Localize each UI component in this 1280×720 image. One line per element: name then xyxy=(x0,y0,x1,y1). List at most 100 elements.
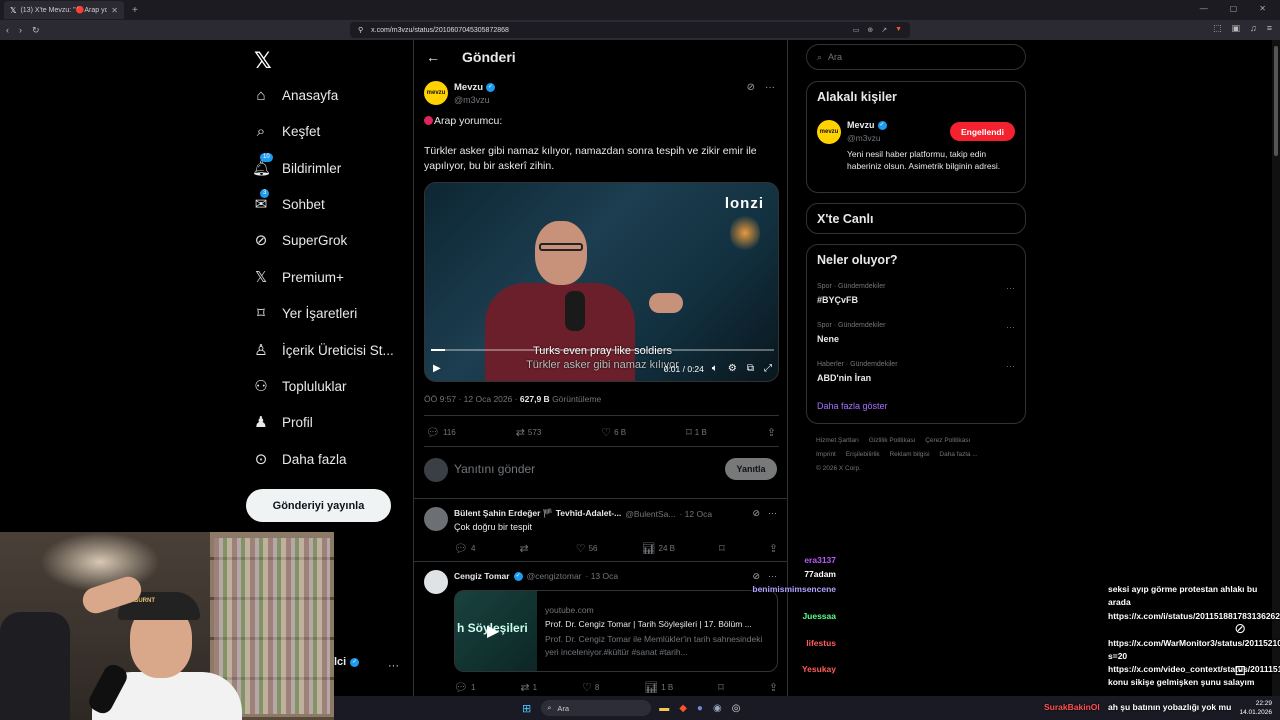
like-action[interactable]: ♡ 56 xyxy=(576,542,598,555)
back-arrow-icon[interactable]: ← xyxy=(426,49,440,65)
close-window-icon[interactable]: ✕ xyxy=(1259,4,1266,13)
grok-icon[interactable]: ⊘ xyxy=(752,508,760,519)
repost-action[interactable]: ⇄ 573 xyxy=(516,426,542,439)
new-tab-icon[interactable]: + xyxy=(132,5,138,16)
search-input[interactable]: ⌕ Ara xyxy=(806,44,1026,70)
zoom-icon[interactable]: ⊕ xyxy=(867,26,873,34)
comment-author[interactable]: Bülent Şahin Erdeğer 🏴 Tevhîd-Adalet-... xyxy=(454,508,621,519)
reply-action[interactable]: 💬︎ 116 xyxy=(426,426,456,439)
nav-premium[interactable]: 𝕏 Premium+ xyxy=(252,263,344,291)
show-more-link[interactable]: Daha fazla göster xyxy=(817,401,888,411)
nav-explore[interactable]: ⌕ Keşfet xyxy=(252,117,320,145)
account-more-icon[interactable]: ··· xyxy=(388,660,399,672)
play-icon[interactable]: ▶ xyxy=(433,363,441,374)
repost-action[interactable]: ⇄ 1 xyxy=(520,681,537,694)
nav-notifications[interactable]: 🔔︎ 10 Bildirimler xyxy=(252,153,341,182)
more-icon[interactable]: ··· xyxy=(1006,361,1015,371)
comment-handle[interactable]: @cengiztomar xyxy=(527,571,582,581)
share-action[interactable]: ⇪ xyxy=(769,542,778,555)
site-info-icon[interactable]: ⚲ xyxy=(358,26,363,34)
reply-action[interactable]: 💬︎ 1 xyxy=(454,681,475,694)
reply-input[interactable]: Yanıtını gönder xyxy=(454,462,535,476)
live-panel[interactable]: X'te Canlı xyxy=(806,203,1026,234)
grok-icon[interactable]: ⊘ xyxy=(747,82,755,93)
trend-name[interactable]: #BYÇvFB xyxy=(817,295,858,305)
reload-icon[interactable]: ↻ xyxy=(32,25,40,36)
pip-icon[interactable]: ⧉ xyxy=(747,363,754,374)
footer-link[interactable]: Erişilebilirlik xyxy=(846,451,880,458)
more-icon[interactable]: ··· xyxy=(1006,283,1015,293)
menu-icon[interactable]: ≡ xyxy=(1267,23,1272,34)
extensions-icon[interactable]: ⬚ xyxy=(1213,23,1222,34)
footer-link[interactable]: Çerez Politikası xyxy=(925,437,970,444)
windows-start-icon[interactable]: ⊞ xyxy=(522,702,531,715)
more-icon[interactable]: ··· xyxy=(765,82,775,93)
like-action[interactable]: ♡ 6 B xyxy=(601,426,626,439)
bookmark-action[interactable]: ⌑ 1 B xyxy=(686,426,707,439)
nav-profile[interactable]: ♟ Profil xyxy=(252,408,313,436)
footer-link[interactable]: Daha fazla ... xyxy=(939,451,977,458)
tweet-timestamp[interactable]: ÖÖ 9:57 · 12 Oca 2026 · xyxy=(424,394,520,404)
more-icon[interactable]: ··· xyxy=(1006,322,1015,332)
reader-icon[interactable]: ▭ xyxy=(853,26,860,34)
footer-link[interactable]: Reklam bilgisi xyxy=(889,451,929,458)
trend-name[interactable]: ABD'nin İran xyxy=(817,373,871,383)
fullscreen-icon[interactable]: ⤢ xyxy=(764,363,772,374)
wallet-icon[interactable]: ▣ xyxy=(1231,23,1240,34)
taskbar-search[interactable]: ⌕ Ara xyxy=(541,700,652,716)
comment-avatar[interactable] xyxy=(424,570,448,594)
views-action[interactable]: 📊︎ 1 B xyxy=(644,681,673,694)
comment-date[interactable]: · 12 Oca xyxy=(679,509,712,519)
related-name[interactable]: Mevzu ✓ xyxy=(847,120,887,130)
repost-action[interactable]: ⇄ xyxy=(519,542,531,555)
url-bar[interactable]: ⚲ x.com/m3vzu/status/2010607045305872868… xyxy=(350,22,910,38)
brave-shield-icon[interactable]: ▼ xyxy=(895,26,902,34)
share-icon[interactable]: ↗ xyxy=(881,26,887,34)
footer-link[interactable]: Imprint xyxy=(816,451,836,458)
bookmark-action[interactable]: ⌑ xyxy=(719,542,725,555)
share-action[interactable]: ⇪ xyxy=(769,681,778,694)
nav-messages[interactable]: ✉ 3 Sohbet xyxy=(252,189,325,218)
nav-creator-studio[interactable]: ♙ İçerik Üreticisi St... xyxy=(252,336,394,364)
related-avatar[interactable]: mevzu xyxy=(817,120,841,144)
x-logo-icon[interactable]: 𝕏 xyxy=(254,48,272,74)
scrollbar-thumb[interactable] xyxy=(1274,46,1278,156)
nav-communities[interactable]: ⚇ Topluluklar xyxy=(252,372,346,400)
post-button[interactable]: Gönderiyi yayınla xyxy=(246,489,391,522)
reply-button[interactable]: Yanıtla xyxy=(725,458,777,480)
comment-date[interactable]: · 13 Oca xyxy=(586,571,619,581)
discord-icon[interactable]: ● xyxy=(697,703,703,714)
back-icon[interactable]: ‹ xyxy=(6,25,9,35)
blocked-button[interactable]: Engellendi xyxy=(950,122,1015,141)
like-action[interactable]: ♡ 8 xyxy=(582,681,599,694)
settings-icon[interactable]: ⚙ xyxy=(728,363,737,374)
account-switcher[interactable]: lci ✓ xyxy=(334,656,360,668)
grok-icon[interactable]: ⊘ xyxy=(752,571,760,582)
comment-handle[interactable]: @BulentSa... xyxy=(625,509,675,519)
browser-tab[interactable]: 𝕏 (13) X'te Mevzu: "🔴Arap yorumcu... ✕ xyxy=(4,1,124,19)
nav-bookmarks[interactable]: ⌑ Yer İşaretleri xyxy=(252,299,357,327)
video-player[interactable]: lonzi Turks even pray like soldiers Türk… xyxy=(424,182,779,382)
minimize-icon[interactable]: — xyxy=(1200,4,1208,13)
volume-icon[interactable]: 🔈︎ xyxy=(712,363,718,374)
forward-icon[interactable]: › xyxy=(19,25,22,35)
nav-more[interactable]: ⊙ Daha fazla xyxy=(252,445,347,473)
trend-name[interactable]: Nene xyxy=(817,334,839,344)
related-handle[interactable]: @m3vzu xyxy=(847,133,881,143)
more-icon[interactable]: ··· xyxy=(768,571,777,582)
maximize-icon[interactable]: ▢ xyxy=(1230,4,1238,13)
brave-browser-icon[interactable]: ◆ xyxy=(679,703,687,714)
nav-supergrok[interactable]: ⊘ SuperGrok xyxy=(252,226,348,254)
more-icon[interactable]: ··· xyxy=(768,508,777,519)
author-avatar[interactable]: mevzu xyxy=(424,81,448,105)
youtube-link-card[interactable]: h Söyleşileri ▶ youtube.com Prof. Dr. Ce… xyxy=(454,590,778,672)
footer-link[interactable]: Gizlilik Politikası xyxy=(869,437,916,444)
taskbar-clock[interactable]: 22:29 14.01.2026 xyxy=(1239,699,1272,717)
comment-avatar[interactable] xyxy=(424,507,448,531)
nav-home[interactable]: ⌂ Anasayfa xyxy=(252,81,338,109)
author-name[interactable]: Mevzu ✓ xyxy=(454,82,496,93)
share-action[interactable]: ⇪ xyxy=(767,426,776,439)
footer-link[interactable]: Hizmet Şartları xyxy=(816,437,859,444)
bookmark-action[interactable]: ⌑ xyxy=(718,681,724,694)
obs-icon[interactable]: ◎ xyxy=(732,703,741,714)
